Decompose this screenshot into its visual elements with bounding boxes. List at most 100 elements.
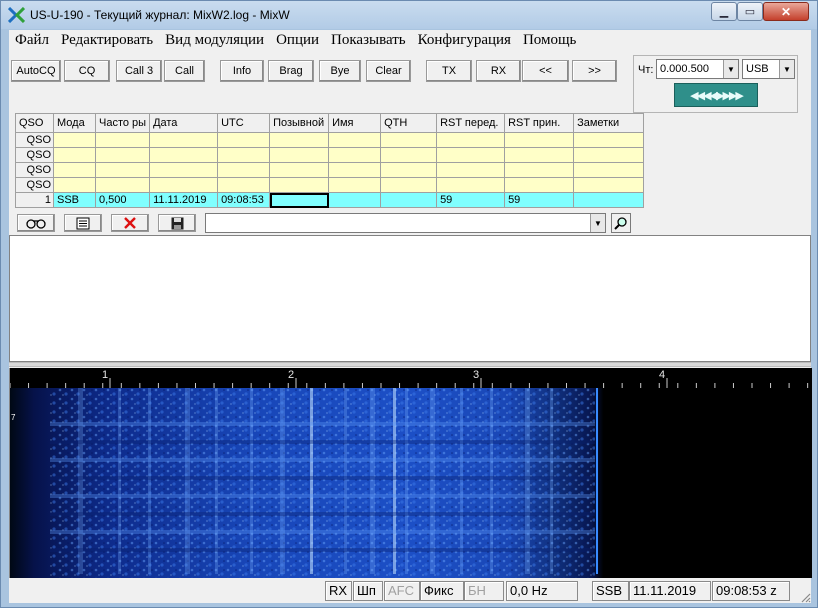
tune-arrows-button[interactable]: ◀◀◀◀▶▶▶▶: [674, 83, 758, 107]
status-bn[interactable]: БН: [464, 581, 504, 601]
status-offset[interactable]: 0,0 Hz: [506, 581, 578, 601]
freq-label: Чт:: [638, 64, 654, 76]
maximize-button[interactable]: ▭: [737, 2, 763, 21]
frequency-panel: Чт: 0.000.500 ▼ USB ▼ ◀◀◀◀▶▶▶▶: [633, 55, 798, 113]
menu-help[interactable]: Помощь: [517, 30, 582, 52]
splitter[interactable]: [9, 362, 811, 367]
spectrogram[interactable]: 7: [10, 388, 812, 578]
lookup-button[interactable]: [611, 213, 631, 233]
date-cell[interactable]: 11.11.2019: [149, 192, 219, 208]
col-rst-rcvd[interactable]: RST прин.: [504, 113, 575, 133]
scale-label: 3: [473, 369, 480, 381]
col-qso[interactable]: QSO: [15, 113, 54, 133]
close-button[interactable]: ✕: [763, 2, 809, 21]
info-button[interactable]: Info: [220, 60, 264, 82]
tx-button[interactable]: TX: [426, 60, 472, 82]
col-name[interactable]: Имя: [328, 113, 382, 133]
call-cell[interactable]: [269, 192, 330, 208]
sideband-select[interactable]: USB ▼: [742, 59, 795, 79]
binoculars-button[interactable]: [17, 214, 55, 232]
status-bar: RX Шп AFC Фикс БН 0,0 Hz SSB 11.11.2019 …: [9, 578, 811, 603]
menu-options[interactable]: Опции: [270, 30, 325, 52]
cq-button[interactable]: CQ: [64, 60, 110, 82]
next-macros-button[interactable]: >>: [572, 60, 617, 82]
table-row[interactable]: QSO: [15, 147, 645, 163]
delete-button[interactable]: [111, 214, 149, 232]
main-window: US-U-190 - Текущий журнал: MixW2.log - M…: [0, 0, 818, 608]
window-title: US-U-190 - Текущий журнал: MixW2.log - M…: [30, 8, 290, 22]
menu-file[interactable]: Файл: [9, 30, 55, 52]
freq-cell[interactable]: 0,500: [94, 192, 151, 208]
status-fix[interactable]: Фикс: [420, 581, 464, 601]
mode-cell[interactable]: SSB: [53, 192, 96, 208]
current-qso-row[interactable]: 1 SSB 0,500 11.11.2019 09:08:53 59 59: [15, 192, 645, 208]
row-label: QSO: [15, 162, 54, 178]
col-notes[interactable]: Заметки: [573, 113, 645, 133]
scale-ticks: [10, 378, 809, 388]
rst-sent-cell[interactable]: 59: [436, 192, 506, 208]
resize-grip-icon[interactable]: [799, 591, 811, 603]
app-icon: [8, 7, 25, 23]
col-utc[interactable]: UTC: [217, 113, 271, 133]
call-button[interactable]: Call: [164, 60, 205, 82]
waterfall-panel[interactable]: 1 2 3 4 7: [9, 368, 812, 578]
prev-macros-button[interactable]: <<: [522, 60, 569, 82]
table-row[interactable]: QSO: [15, 162, 645, 178]
rst-rcvd-cell[interactable]: 59: [504, 192, 575, 208]
chevron-down-icon[interactable]: ▼: [590, 214, 605, 232]
col-date[interactable]: Дата: [149, 113, 219, 133]
spectrogram-image: [10, 388, 812, 578]
menu-view[interactable]: Показывать: [325, 30, 412, 52]
rx-button[interactable]: RX: [476, 60, 521, 82]
clear-button[interactable]: Clear: [366, 60, 411, 82]
name-cell[interactable]: [328, 192, 382, 208]
frequency-scale: 1 2 3 4: [10, 368, 812, 388]
col-call[interactable]: Позывной: [269, 113, 330, 133]
log-header-row: QSO Мода Часто ры Дата UTC Позывной Имя …: [15, 113, 645, 133]
binoculars-icon: [26, 219, 46, 229]
client-area: Файл Редактировать Вид модуляции Опции П…: [9, 30, 812, 603]
callsign-combo[interactable]: ▼: [205, 213, 606, 233]
call3-button[interactable]: Call 3: [116, 60, 162, 82]
notebook-icon: [76, 217, 90, 229]
chevron-down-icon[interactable]: ▼: [779, 60, 794, 78]
scale-label: 4: [659, 369, 666, 381]
col-qth[interactable]: QTH: [380, 113, 438, 133]
menu-edit[interactable]: Редактировать: [55, 30, 159, 52]
status-rx[interactable]: RX: [325, 581, 352, 601]
status-afc[interactable]: AFC: [384, 581, 420, 601]
qth-cell[interactable]: [380, 192, 438, 208]
minimize-button[interactable]: ▁: [711, 2, 737, 21]
qso-number: 1: [15, 192, 54, 208]
title-bar[interactable]: US-U-190 - Текущий журнал: MixW2.log - M…: [1, 1, 817, 29]
sideband-value: USB: [746, 63, 769, 75]
bye-button[interactable]: Bye: [319, 60, 361, 82]
menu-config[interactable]: Конфигурация: [412, 30, 517, 52]
col-mode[interactable]: Мода: [53, 113, 96, 133]
chevron-down-icon[interactable]: ▼: [723, 60, 738, 78]
tuning-marker: [596, 388, 598, 574]
floppy-icon: [171, 217, 183, 229]
notes-cell[interactable]: [573, 192, 645, 208]
frequency-value: 0.000.500: [660, 63, 709, 75]
log-table: QSO Мода Часто ры Дата UTC Позывной Имя …: [15, 113, 645, 208]
brag-button[interactable]: Brag: [268, 60, 314, 82]
menu-bar: Файл Редактировать Вид модуляции Опции П…: [9, 30, 811, 52]
col-freq[interactable]: Часто ры: [94, 113, 151, 133]
col-rst-sent[interactable]: RST перед.: [436, 113, 506, 133]
menu-mode[interactable]: Вид модуляции: [159, 30, 270, 52]
row-label: QSO: [15, 147, 54, 163]
edit-log-button[interactable]: [64, 214, 102, 232]
utc-cell[interactable]: 09:08:53: [217, 192, 271, 208]
status-sh[interactable]: Шп: [353, 581, 383, 601]
autocq-button[interactable]: AutoCQ: [11, 60, 61, 82]
row-label: QSO: [15, 132, 54, 148]
save-qso-button[interactable]: [158, 214, 196, 232]
table-row[interactable]: QSO: [15, 177, 645, 193]
receive-text-area[interactable]: [9, 235, 811, 362]
status-mode[interactable]: SSB: [592, 581, 629, 601]
table-row[interactable]: QSO: [15, 132, 645, 148]
row-label: QSO: [15, 177, 54, 193]
frequency-combo[interactable]: 0.000.500 ▼: [656, 59, 739, 79]
search-icon: [614, 217, 627, 230]
